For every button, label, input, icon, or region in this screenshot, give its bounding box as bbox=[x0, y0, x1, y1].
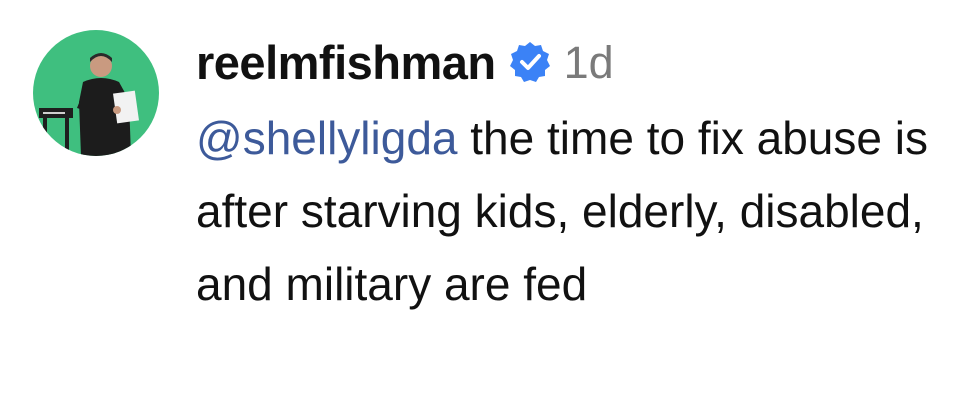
username[interactable]: reelmfishman bbox=[196, 39, 496, 86]
comment-content: reelmfishman 1d @shellyligda the time to… bbox=[196, 22, 956, 321]
comment: reelmfishman 1d @shellyligda the time to… bbox=[0, 0, 980, 407]
comment-body: @shellyligda the time to fix abuse is af… bbox=[196, 102, 956, 321]
avatar-image bbox=[33, 30, 159, 156]
avatar[interactable] bbox=[33, 30, 159, 156]
comment-header: reelmfishman 1d bbox=[196, 22, 956, 102]
verified-check-icon bbox=[508, 40, 552, 84]
mention-link[interactable]: @shellyligda bbox=[196, 112, 458, 164]
timestamp: 1d bbox=[563, 36, 614, 88]
